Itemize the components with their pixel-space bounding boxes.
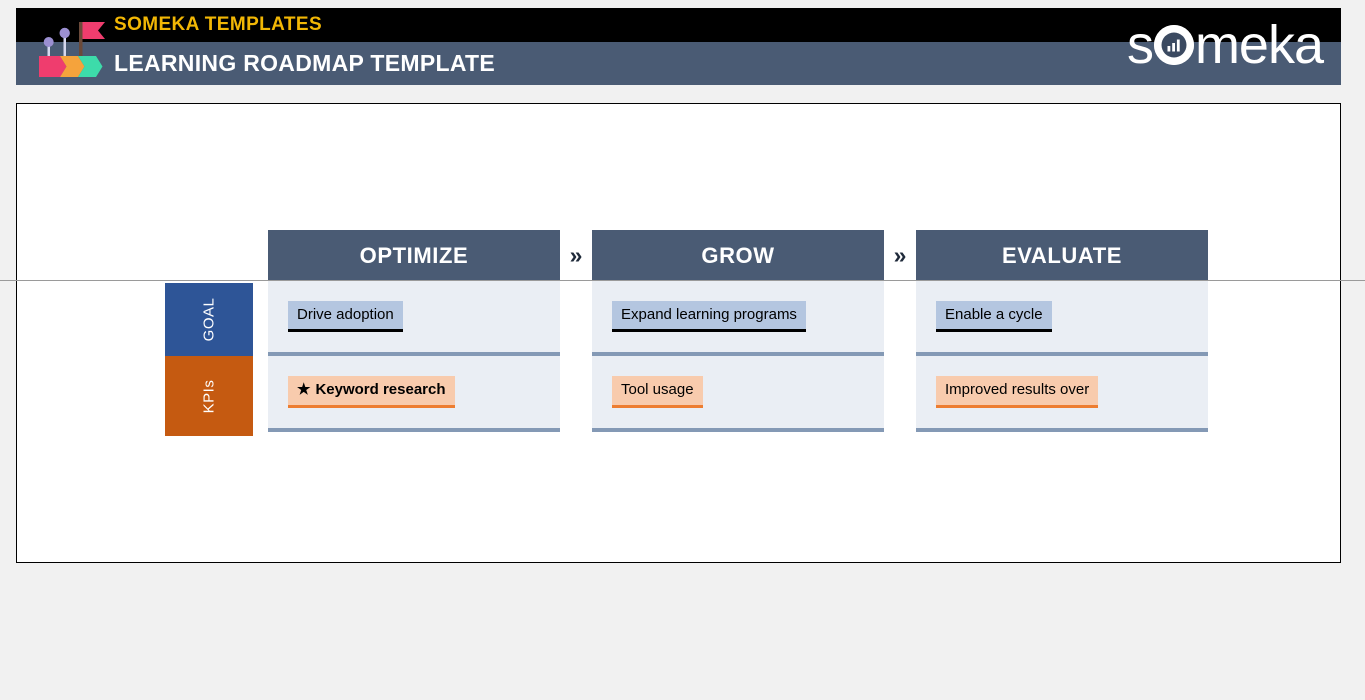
phase-header-grow[interactable]: GROW	[592, 230, 884, 281]
phase-title-optimize: OPTIMIZE	[359, 242, 469, 268]
phase-grow-kpi-chip[interactable]: Tool usage	[612, 376, 703, 408]
phase-evaluate-goal-chip[interactable]: Enable a cycle	[936, 300, 1052, 333]
header-row-divider	[0, 280, 1365, 281]
someka-wordmark-left: s	[1126, 15, 1154, 75]
phase-optimize-goal-chip[interactable]: Drive adoption	[288, 300, 403, 333]
someka-wordmark-right: meka	[1194, 15, 1324, 75]
row-label-goal-text: GOAL	[200, 297, 218, 342]
row-label-kpis-text: KPIs	[200, 379, 218, 413]
chevron-double-right-icon: »	[893, 242, 907, 268]
phase-arrow-1: »	[560, 230, 592, 281]
someka-templates-label: SOMEKA TEMPLATES	[114, 14, 323, 35]
row-label-kpis: KPIs	[165, 356, 253, 436]
phase-body-evaluate: Enable a cycle Improved results over	[916, 281, 1208, 432]
phase-body-grow: Expand learning programs Tool usage	[592, 281, 884, 432]
row-label-goal: GOAL	[165, 283, 253, 356]
phase-body-optimize: Drive adoption ★ Keyword research	[268, 281, 560, 432]
phase-title-grow: GROW	[701, 242, 775, 268]
someka-logo: s meka	[1126, 15, 1324, 75]
phase-header-evaluate[interactable]: EVALUATE	[916, 230, 1208, 281]
phase-optimize-kpi-cell[interactable]: ★ Keyword research	[268, 356, 560, 432]
page-title: LEARNING ROADMAP TEMPLATE	[114, 50, 496, 76]
phase-grow-goal-cell[interactable]: Expand learning programs	[592, 281, 884, 356]
phase-grow-kpi-cell[interactable]: Tool usage	[592, 356, 884, 432]
phase-evaluate-kpi-chip[interactable]: Improved results over	[936, 376, 1099, 408]
phase-evaluate-kpi-cell[interactable]: Improved results over	[916, 356, 1208, 432]
phase-header-optimize[interactable]: OPTIMIZE	[268, 230, 560, 281]
phase-title-evaluate: EVALUATE	[1001, 242, 1123, 268]
chevron-double-right-icon: »	[569, 242, 583, 268]
phase-optimize-kpi-chip[interactable]: ★ Keyword research	[288, 376, 455, 408]
phase-evaluate-goal-cell[interactable]: Enable a cycle	[916, 281, 1208, 356]
phase-optimize-goal-cell[interactable]: Drive adoption	[268, 281, 560, 356]
someka-chart-o-icon	[1153, 25, 1194, 65]
flag-chevrons-logo-icon	[33, 22, 113, 78]
star-icon: ★	[297, 381, 311, 399]
phase-grow-goal-chip[interactable]: Expand learning programs	[612, 300, 806, 333]
phase-arrow-2: »	[884, 230, 916, 281]
phase-optimize-kpi-text: Keyword research	[315, 381, 446, 399]
brand-header: SOMEKA TEMPLATES LEARNING ROADMAP TEMPLA…	[16, 8, 1341, 85]
